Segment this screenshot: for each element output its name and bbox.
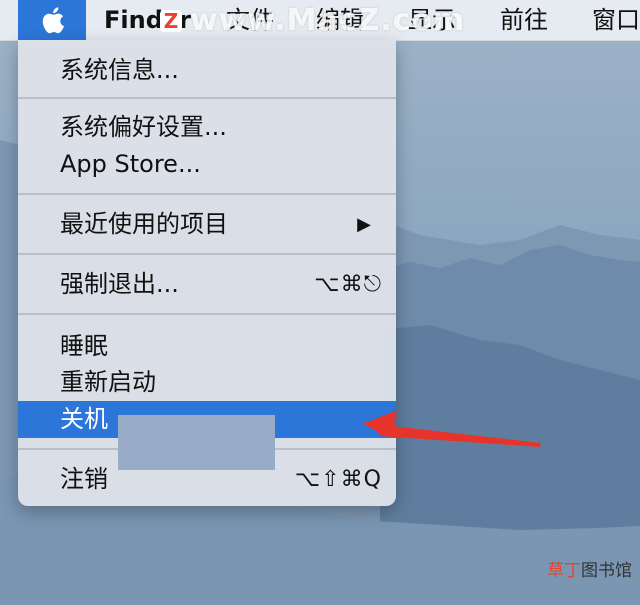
apple-menu-button[interactable] — [18, 0, 86, 40]
menu-item-system-info[interactable]: 系统信息... — [18, 52, 396, 89]
watermark-text: www.MacZ.com — [190, 3, 466, 38]
menu-item-sleep[interactable]: 睡眠 — [18, 328, 396, 365]
menu-item-recent-items[interactable]: 最近使用的项目 ▶ — [18, 206, 396, 243]
menu-bar: Finder 文件 编辑 显示 前往 窗口 Z www.MacZ.com — [0, 0, 640, 41]
logout-shortcut: ⌥⇧⌘Q — [294, 467, 382, 492]
submenu-arrow-icon: ▶ — [357, 214, 372, 235]
menu-item-label: 睡眠 — [60, 332, 108, 360]
menu-item-label: 系统信息... — [60, 56, 179, 84]
menubar-window[interactable]: 窗口 — [592, 0, 640, 40]
menubar-go[interactable]: 前往 — [500, 0, 548, 40]
credit-highlight: 草丁 — [547, 561, 581, 581]
menu-separator — [18, 193, 396, 195]
credit-rest: 图书馆 — [581, 561, 632, 581]
menu-item-app-store[interactable]: App Store... — [18, 146, 396, 183]
credit-watermark: 草丁图书馆 — [547, 556, 632, 581]
menu-item-label: 关机 — [60, 405, 108, 433]
menu-item-label: 系统偏好设置... — [60, 113, 227, 141]
redacted-username-block — [118, 415, 275, 470]
menu-separator — [18, 97, 396, 99]
menu-item-label: 最近使用的项目 — [60, 210, 228, 238]
menu-item-force-quit[interactable]: 强制退出... ⌥⌘⎋ — [18, 266, 396, 303]
force-quit-shortcut: ⌥⌘⎋ — [314, 272, 382, 297]
apple-icon — [42, 7, 64, 34]
menu-separator — [18, 313, 396, 315]
menu-item-system-preferences[interactable]: 系统偏好设置... — [18, 109, 396, 146]
menu-item-label: 重新启动 — [60, 368, 156, 396]
menu-item-label: 强制退出... — [60, 270, 179, 298]
menu-item-label: 注销 — [60, 465, 108, 493]
watermark-logo: Z — [160, 10, 182, 32]
menu-item-restart[interactable]: 重新启动 — [18, 364, 396, 401]
menu-item-label: App Store... — [60, 150, 201, 178]
menu-separator — [18, 253, 396, 255]
